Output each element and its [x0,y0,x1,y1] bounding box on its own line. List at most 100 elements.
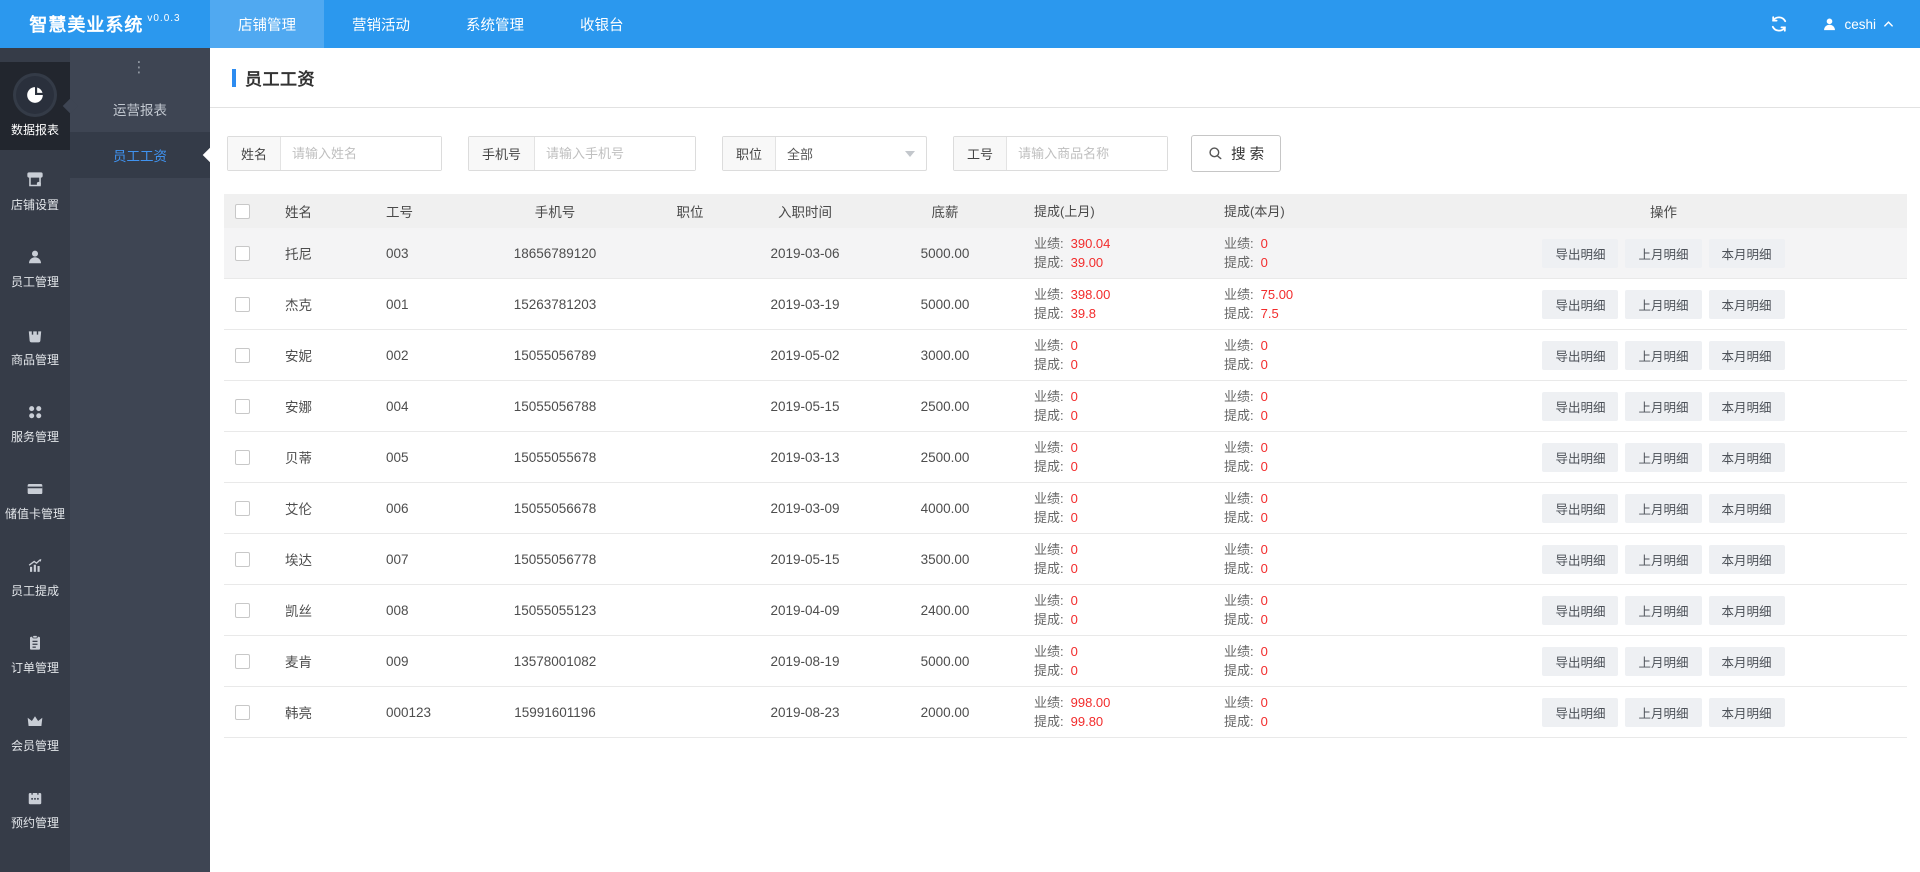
sidebar-item-employee-commission[interactable]: 员工提成 [0,542,70,613]
commission-last-month: 业绩: 0 提成: 0 [1034,542,1078,576]
export-detail-button[interactable]: 导出明细 [1542,340,1619,370]
this-month-detail-button[interactable]: 本月明细 [1708,544,1785,574]
row-checkbox[interactable] [234,347,250,363]
export-detail-button[interactable]: 导出明细 [1542,442,1619,472]
commission-last-month: 业绩: 0 提成: 0 [1034,593,1078,627]
employee-id: 000123 [386,704,432,720]
export-detail-button[interactable]: 导出明细 [1542,391,1619,421]
this-month-detail-button[interactable]: 本月明细 [1708,238,1785,268]
export-detail-button[interactable]: 导出明细 [1542,493,1619,523]
user-menu[interactable]: ceshi [1822,17,1894,32]
filter-phone: 手机号 [468,136,697,171]
row-checkbox[interactable] [234,500,250,516]
last-month-detail-button[interactable]: 上月明细 [1625,646,1702,676]
row-checkbox[interactable] [234,245,250,261]
base-salary: 2400.00 [920,602,970,618]
this-month-detail-button[interactable]: 本月明细 [1708,289,1785,319]
sidebar-item-employee-management[interactable]: 员工管理 [0,233,70,304]
employee-phone: 15055056789 [513,347,597,363]
export-detail-button[interactable]: 导出明细 [1542,289,1619,319]
filter-name: 姓名 [227,136,443,171]
row-checkbox[interactable] [234,704,250,720]
last-month-detail-button[interactable]: 上月明细 [1625,544,1702,574]
row-actions: 导出明细 上月明细 本月明细 [1420,646,1907,676]
last-month-detail-button[interactable]: 上月明细 [1625,697,1702,727]
row-checkbox[interactable] [234,296,250,312]
row-checkbox[interactable] [234,449,250,465]
submenu-item-employee-salary[interactable]: 员工工资 [70,132,210,178]
topnav-marketing[interactable]: 营销活动 [324,0,438,48]
last-month-detail-button[interactable]: 上月明细 [1625,238,1702,268]
crown-icon [0,710,70,732]
sidebar-item-data-reports[interactable]: 数据报表 [0,62,70,151]
this-month-detail-button[interactable]: 本月明细 [1708,646,1785,676]
last-month-detail-button[interactable]: 上月明细 [1625,391,1702,421]
employee-phone: 15055056778 [513,551,597,567]
employee-name: 麦肯 [285,655,312,670]
sidebar-item-member-management[interactable]: 会员管理 [0,697,70,768]
this-month-detail-button[interactable]: 本月明细 [1708,493,1785,523]
export-detail-button[interactable]: 导出明细 [1542,646,1619,676]
select-all-checkbox[interactable] [234,203,250,219]
employee-id: 009 [386,653,409,669]
topnav-system[interactable]: 系统管理 [438,0,552,48]
last-month-detail-button[interactable]: 上月明细 [1625,493,1702,523]
filter-position-label: 职位 [723,137,777,170]
row-checkbox[interactable] [234,602,250,618]
hire-date: 2019-04-09 [770,602,840,618]
row-checkbox[interactable] [234,398,250,414]
last-month-detail-button[interactable]: 上月明细 [1625,595,1702,625]
this-month-detail-button[interactable]: 本月明细 [1708,442,1785,472]
sidebar-item-appointment-management[interactable]: 预约管理 [0,774,70,845]
this-month-detail-button[interactable]: 本月明细 [1708,340,1785,370]
sidebar-item-service-management[interactable]: 服务管理 [0,388,70,459]
employee-name: 托尼 [285,247,312,262]
hire-date: 2019-08-23 [770,704,840,720]
name-input[interactable] [281,137,442,170]
topnav-cashier[interactable]: 收银台 [552,0,652,48]
bag-icon [0,324,70,346]
employee-id: 004 [386,398,409,414]
export-detail-button[interactable]: 导出明细 [1542,544,1619,574]
employee-name: 贝蒂 [285,451,312,466]
row-actions: 导出明细 上月明细 本月明细 [1420,442,1907,472]
export-detail-button[interactable]: 导出明细 [1542,697,1619,727]
table-header: 姓名 工号 手机号 职位 入职时间 底薪 提成(上月) 提成(本月) 操作 [224,194,1907,228]
employee-phone: 15055056678 [513,500,597,516]
this-month-detail-button[interactable]: 本月明细 [1708,697,1785,727]
top-nav: 店铺管理 营销活动 系统管理 收银台 [210,0,652,48]
employee-phone: 15055055123 [513,602,597,618]
row-checkbox[interactable] [234,551,250,567]
commission-last-month: 业绩: 998.00 提成: 99.80 [1034,695,1111,729]
export-detail-button[interactable]: 导出明细 [1542,238,1619,268]
employee-id-input[interactable] [1007,137,1168,170]
sidebar-item-store-settings[interactable]: 店铺设置 [0,156,70,227]
sidebar-item-product-management[interactable]: 商品管理 [0,311,70,382]
position-select[interactable]: 全部 [776,137,926,170]
base-salary: 3500.00 [920,551,970,567]
sidebar-collapse-dots[interactable]: ⋮ [70,48,210,86]
sidebar-item-stored-value-card[interactable]: 储值卡管理 [0,465,70,536]
last-month-detail-button[interactable]: 上月明细 [1625,340,1702,370]
refresh-icon[interactable] [1770,15,1788,33]
table-row: 贝蒂 005 15055055678 2019-03-13 2500.00 业绩… [224,432,1907,483]
table-row: 韩亮 000123 15991601196 2019-08-23 2000.00… [224,687,1907,738]
row-checkbox[interactable] [234,653,250,669]
main-content: 员工工资 姓名 手机号 职位 全部 工号 [210,48,1920,872]
commission-last-month: 业绩: 0 提成: 0 [1034,338,1078,372]
search-button[interactable]: 搜 索 [1191,135,1282,172]
table-row: 艾伦 006 15055056678 2019-03-09 4000.00 业绩… [224,483,1907,534]
last-month-detail-button[interactable]: 上月明细 [1625,289,1702,319]
row-actions: 导出明细 上月明细 本月明细 [1420,238,1907,268]
last-month-detail-button[interactable]: 上月明细 [1625,442,1702,472]
this-month-detail-button[interactable]: 本月明细 [1708,595,1785,625]
phone-input[interactable] [535,137,696,170]
submenu-item-operation-reports[interactable]: 运营报表 [70,86,210,132]
table-row: 杰克 001 15263781203 2019-03-19 5000.00 业绩… [224,279,1907,330]
this-month-detail-button[interactable]: 本月明细 [1708,391,1785,421]
export-detail-button[interactable]: 导出明细 [1542,595,1619,625]
hire-date: 2019-05-15 [770,551,840,567]
sidebar-item-order-management[interactable]: 订单管理 [0,619,70,690]
topnav-store-management[interactable]: 店铺管理 [210,0,324,48]
employee-name: 安娜 [285,400,312,415]
